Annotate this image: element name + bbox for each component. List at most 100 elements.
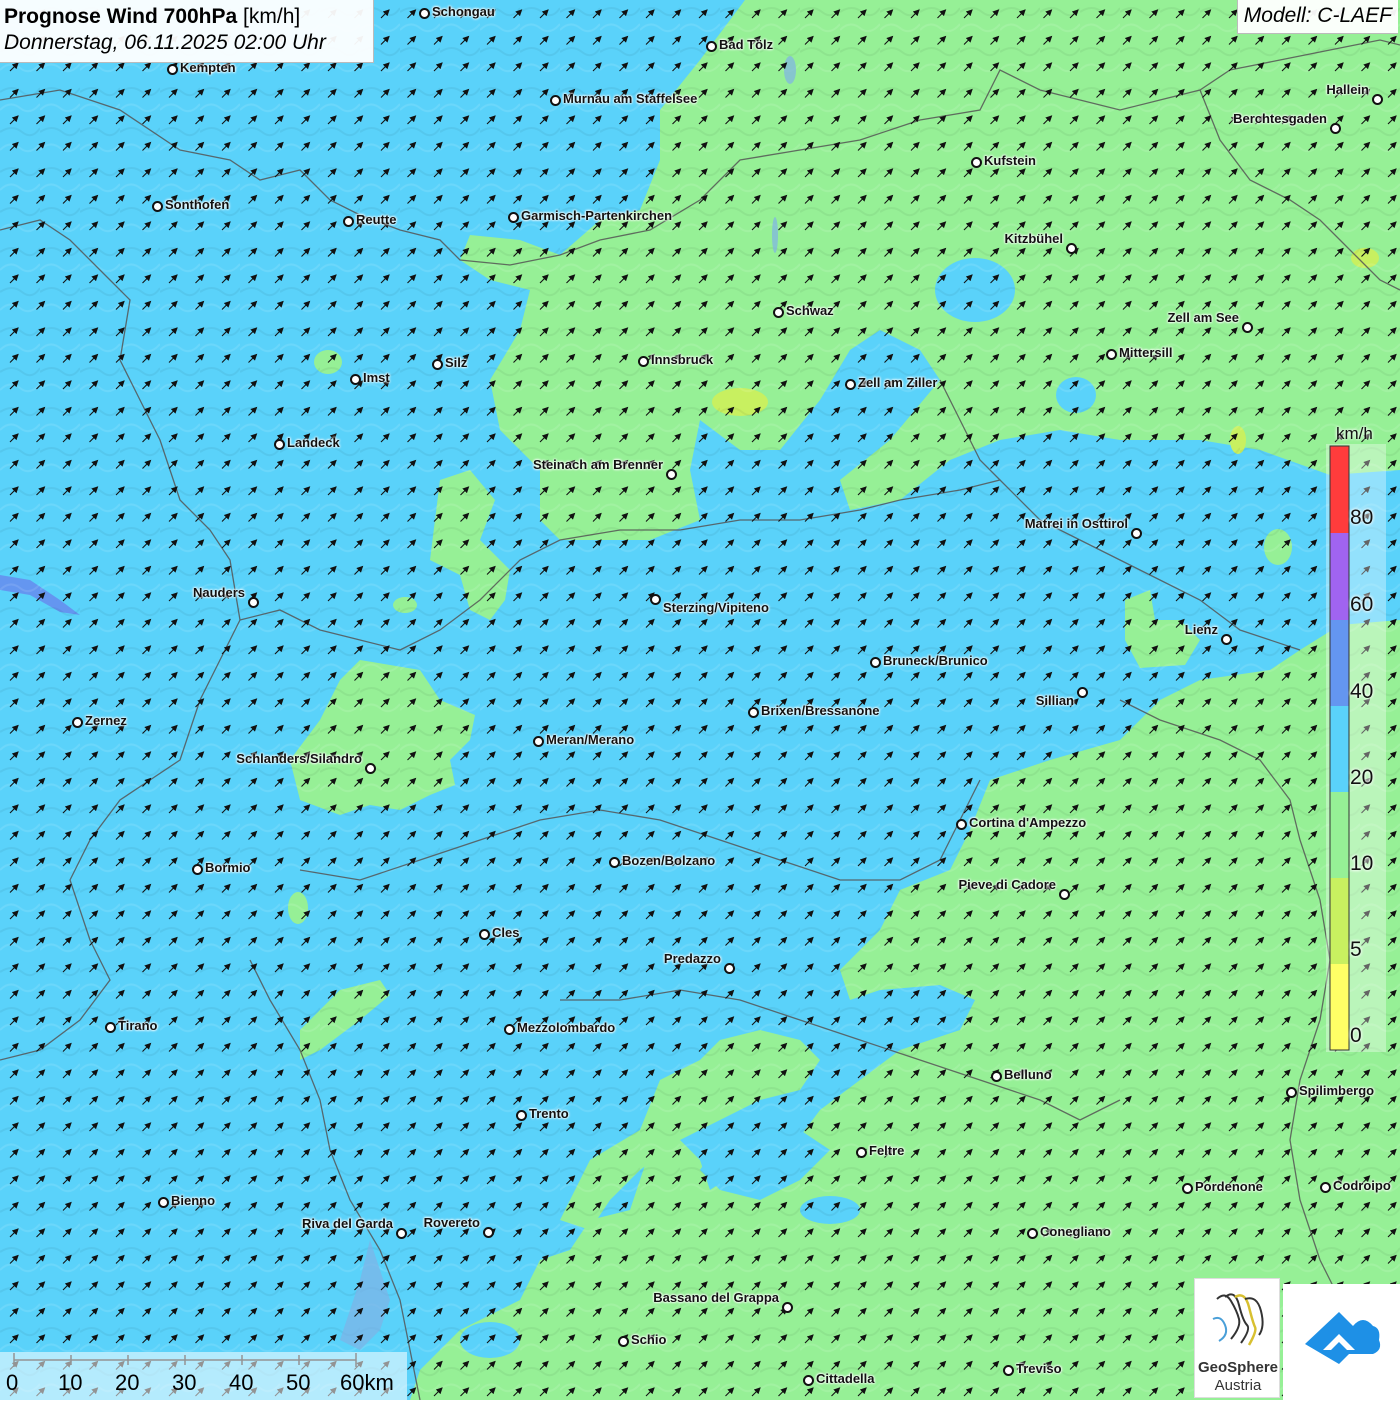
city-label: Silz <box>445 355 468 370</box>
city-label: Bruneck/Brunico <box>883 653 988 668</box>
scale-label: 60km <box>340 1370 394 1395</box>
city-marker <box>365 763 376 774</box>
legend-tick: 0 <box>1350 1024 1362 1047</box>
city-label: Cortina d'Ampezzo <box>969 815 1087 830</box>
lake-achensee <box>772 217 778 253</box>
legend-tick: 10 <box>1350 852 1374 875</box>
legend-swatch-0-5 <box>1330 964 1349 1050</box>
legend-swatch-20-40 <box>1330 706 1349 792</box>
scale-label: 10 <box>58 1370 83 1395</box>
app-logo[interactable] <box>1283 1284 1400 1400</box>
city-marker <box>638 356 649 367</box>
city-label: Bozen/Bolzano <box>622 853 716 868</box>
city-label: Predazzo <box>663 951 721 966</box>
city-marker <box>782 1302 793 1313</box>
city-marker <box>516 1110 527 1121</box>
city-label: Bienno <box>171 1193 216 1208</box>
city-label: Brixen/Bressanone <box>761 703 880 718</box>
city-marker <box>724 963 735 974</box>
city-marker <box>1106 349 1117 360</box>
city-label: Innsbruck <box>651 352 714 367</box>
city-label: Garmisch-Partenkirchen <box>521 208 673 223</box>
title-main: Prognose Wind 700hPa <box>4 5 238 28</box>
city-marker <box>479 929 490 940</box>
city-label: Feltre <box>869 1143 905 1158</box>
city-marker <box>1242 322 1253 333</box>
city-label: Pieve di Cadore <box>958 877 1056 892</box>
city-marker <box>105 1022 116 1033</box>
scale-label: 50 <box>286 1370 311 1395</box>
city-label: Schlanders/Silandro <box>236 751 362 766</box>
legend-swatch-5-10 <box>1330 878 1349 964</box>
city-label: Schongau <box>432 4 495 19</box>
city-marker <box>1320 1182 1331 1193</box>
legend-tick: 40 <box>1350 680 1374 703</box>
city-marker <box>274 439 285 450</box>
scale-label: 40 <box>229 1370 254 1395</box>
city-label: Zell am Ziller <box>858 375 938 390</box>
city-label: Sillian <box>1035 693 1074 708</box>
city-marker <box>504 1024 515 1035</box>
city-marker <box>1372 94 1383 105</box>
city-marker <box>706 41 717 52</box>
legend-tick: 5 <box>1350 938 1362 961</box>
city-label: Kitzbühel <box>1004 231 1064 246</box>
city-marker <box>666 469 677 480</box>
city-marker <box>432 359 443 370</box>
legend-tick: 20 <box>1350 766 1374 789</box>
city-marker <box>856 1147 867 1158</box>
geosphere-swirl-icon <box>1212 1293 1264 1346</box>
city-label: Bormio <box>205 860 251 875</box>
city-label: Schio <box>631 1332 667 1347</box>
city-marker <box>1131 528 1142 539</box>
city-label: Meran/Merano <box>546 732 635 747</box>
city-label: Mittersill <box>1119 345 1173 360</box>
city-marker <box>870 657 881 668</box>
title-box: Prognose Wind 700hPa [km/h] Donnerstag, … <box>0 0 374 63</box>
city-marker <box>1077 687 1088 698</box>
city-label: Spilimbergo <box>1299 1083 1375 1098</box>
city-label: Tirano <box>118 1018 158 1033</box>
city-marker <box>248 597 259 608</box>
forecast-datetime: Donnerstag, 06.11.2025 02:00 Uhr <box>4 31 326 54</box>
city-label: Pordenone <box>1195 1179 1263 1194</box>
city-marker <box>192 864 203 875</box>
city-label: Hallein <box>1326 82 1369 97</box>
legend-swatch-40-60 <box>1330 620 1349 706</box>
city-label: Treviso <box>1016 1361 1062 1376</box>
city-marker <box>343 216 354 227</box>
title-unit: [km/h] <box>243 5 301 28</box>
city-label: Cittadella <box>816 1371 875 1386</box>
legend-swatch-60-80 <box>1330 533 1349 620</box>
city-label: Nauders <box>192 585 245 600</box>
city-marker <box>1182 1183 1193 1194</box>
city-marker <box>748 707 759 718</box>
legend-swatch-10-20 <box>1330 792 1349 878</box>
city-marker <box>419 8 430 19</box>
city-marker <box>991 1071 1002 1082</box>
city-label: Mezzolombardo <box>517 1020 616 1035</box>
geosphere-name: GeoSphere <box>1197 1359 1279 1376</box>
scale-bar: 0 10 20 30 40 50 60km <box>0 1352 407 1400</box>
city-label: Belluno <box>1004 1067 1052 1082</box>
city-label: Steinach am Brenner <box>532 457 663 472</box>
city-marker <box>1221 634 1232 645</box>
city-label: Schwaz <box>786 303 834 318</box>
lake-kochel <box>784 56 796 84</box>
city-label: Matrei in Osttirol <box>1024 516 1128 531</box>
city-marker <box>550 95 561 106</box>
city-label: Lienz <box>1184 622 1218 637</box>
city-marker <box>396 1228 407 1239</box>
city-marker <box>1066 243 1077 254</box>
city-label: Murnau am Staffelsee <box>563 91 698 106</box>
city-label: Kufstein <box>984 153 1036 168</box>
city-marker <box>1003 1365 1014 1376</box>
geosphere-logo[interactable]: GeoSphere Austria <box>1194 1278 1280 1398</box>
city-label: Codroipo <box>1333 1178 1391 1193</box>
city-label: Trento <box>529 1106 569 1121</box>
city-marker <box>609 857 620 868</box>
city-marker <box>1286 1087 1297 1098</box>
city-marker <box>1330 123 1341 134</box>
city-marker <box>483 1227 494 1238</box>
city-marker <box>1027 1228 1038 1239</box>
